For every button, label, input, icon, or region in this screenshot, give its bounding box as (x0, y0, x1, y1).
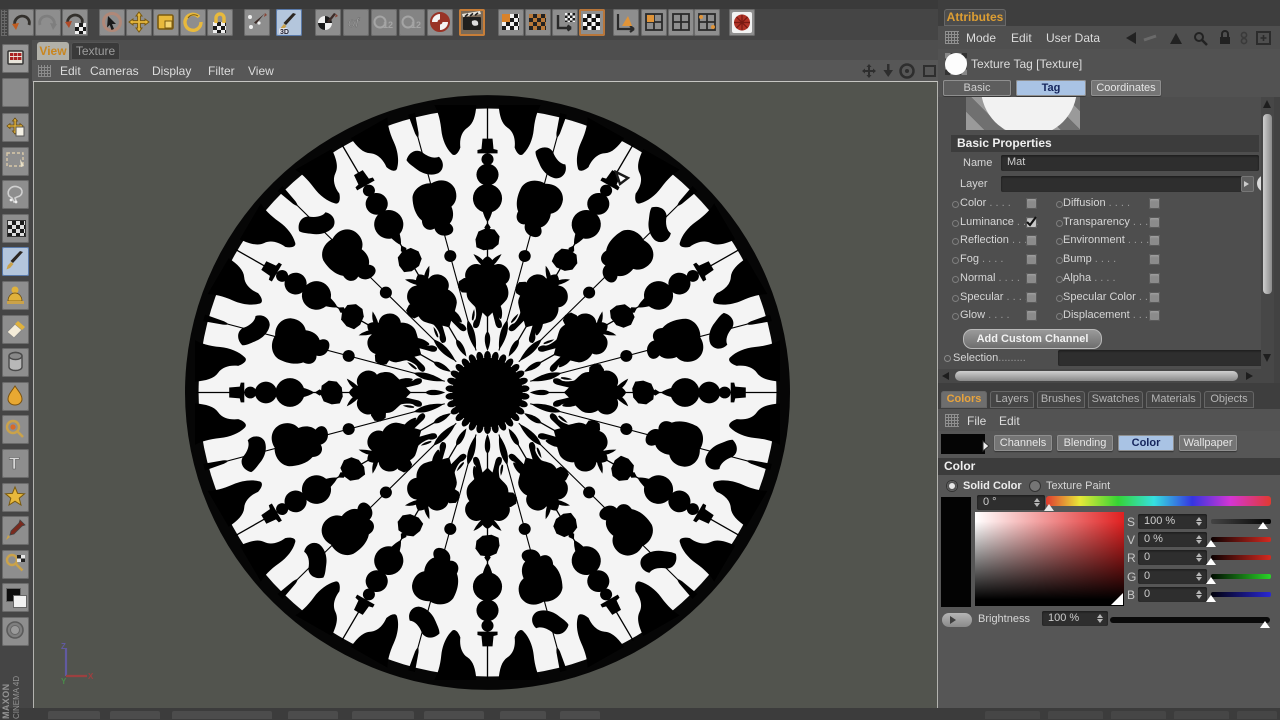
svg-text:3D: 3D (280, 29, 289, 36)
svg-text:Y: Y (61, 677, 67, 685)
svg-text:Z: Z (61, 642, 66, 651)
svg-text:12: 12 (383, 20, 393, 30)
svg-text:T: T (9, 454, 20, 473)
svg-text:12: 12 (411, 20, 421, 30)
svg-text:of: of (348, 15, 360, 30)
svg-text:X: X (88, 672, 94, 681)
